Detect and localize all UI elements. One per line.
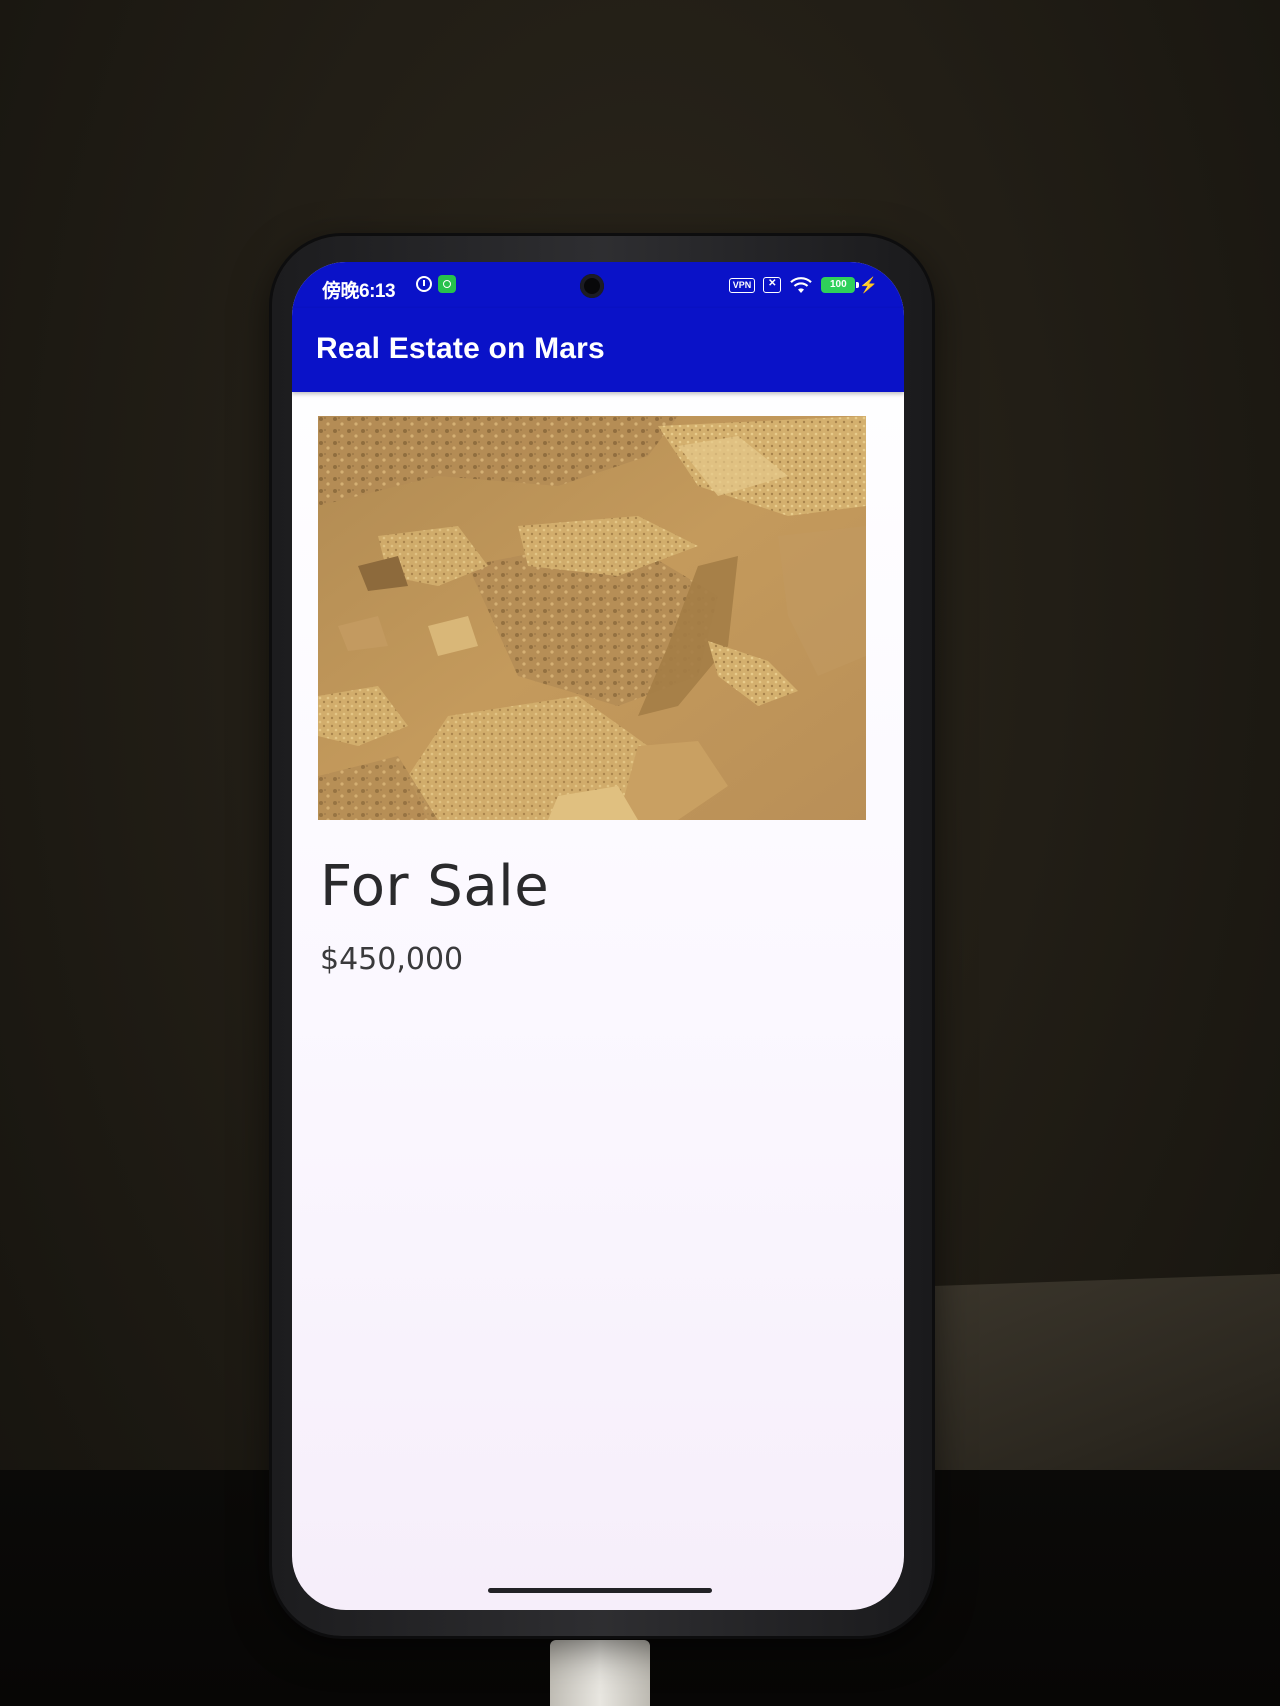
alarm-clock-icon — [416, 276, 432, 292]
charging-cable — [550, 1640, 650, 1706]
mars-terrain-image — [318, 416, 866, 820]
app-title: Real Estate on Mars — [316, 332, 605, 365]
phone-screen: 傍晚6:13 VPN ✕ 100 ⚡ Real Estate on Mars F… — [292, 262, 904, 1610]
status-icons-right: VPN ✕ 100 ⚡ — [728, 276, 878, 294]
vpn-icon: VPN — [728, 277, 756, 293]
no-sim-icon: ✕ — [763, 277, 782, 293]
status-time: 傍晚6:13 — [322, 281, 396, 302]
wifi-icon — [790, 277, 813, 293]
home-indicator[interactable] — [488, 1588, 712, 1593]
lightning-bolt-icon: ⚡ — [859, 277, 878, 294]
property-type-label: For Sale — [320, 854, 550, 919]
status-bar: 傍晚6:13 VPN ✕ 100 ⚡ — [292, 262, 904, 308]
wechat-icon — [438, 275, 456, 293]
front-camera — [580, 274, 604, 298]
status-icons-left — [416, 275, 456, 293]
app-bar: Real Estate on Mars — [292, 308, 904, 392]
photo-scene: 傍晚6:13 VPN ✕ 100 ⚡ Real Estate on Mars F… — [0, 0, 1280, 1706]
property-price: $450,000 — [320, 942, 464, 977]
mars-terrain-photo[interactable] — [318, 416, 866, 820]
battery-icon: 100 — [821, 277, 860, 293]
